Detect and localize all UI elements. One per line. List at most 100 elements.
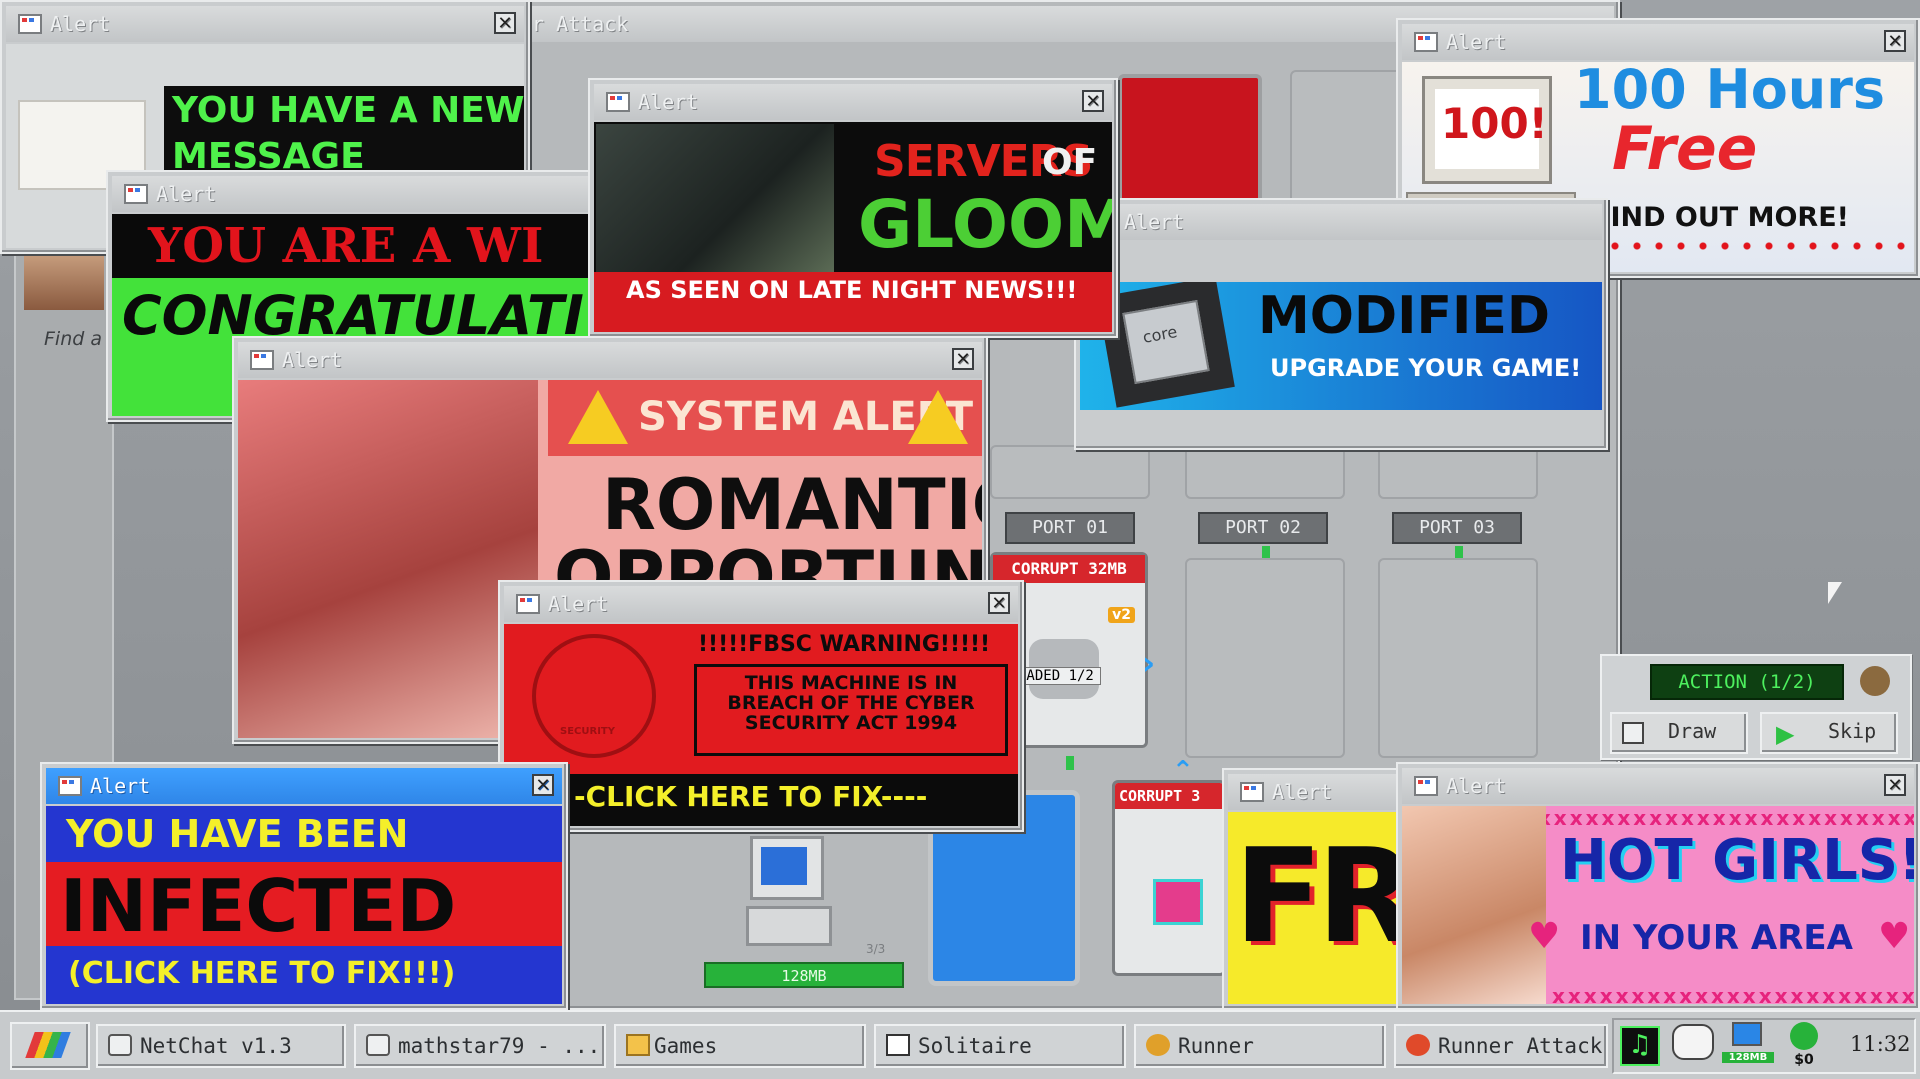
- close-icon[interactable]: ✕: [988, 592, 1010, 614]
- port-03-connector: [1455, 546, 1463, 558]
- infected-line-2: INFECTED: [60, 864, 457, 948]
- computer-ram-bar: 128MB: [704, 962, 904, 988]
- start-logo-icon: [25, 1032, 71, 1058]
- close-icon[interactable]: ✕: [494, 12, 516, 34]
- alert-window-icon: [1414, 776, 1438, 796]
- free-text: FRI: [1234, 820, 1406, 972]
- taskbar-item-games[interactable]: Games: [614, 1024, 866, 1068]
- port-02-top-slot: [1185, 445, 1345, 499]
- fbsc-cta-bar[interactable]: -CLICK HERE TO FIX----: [504, 774, 1018, 826]
- alert-title: Alert: [156, 182, 217, 206]
- port-02-card-slot[interactable]: [1185, 558, 1345, 758]
- chat-icon: [366, 1034, 390, 1056]
- taskbar-item-label: Runner Attack: [1438, 1034, 1603, 1058]
- alert-titlebar: Alert ✕: [1402, 768, 1914, 804]
- find-text: Find a: [44, 328, 102, 350]
- alert-modified[interactable]: Alert core MODIFIED UPGRADE YOUR GAME!: [1074, 198, 1608, 450]
- corrupt-card-2[interactable]: CORRUPT 3: [1112, 780, 1226, 976]
- fbsc-body-box: THIS MACHINE IS IN BREACH OF THE CYBER S…: [694, 664, 1008, 756]
- taskbar-item-runner[interactable]: Runner: [1134, 1024, 1386, 1068]
- draw-button[interactable]: Draw: [1610, 712, 1748, 754]
- computer-count: 3/3: [866, 942, 886, 956]
- action-counter: ACTION (1/2): [1650, 664, 1844, 700]
- alert-window-icon: [18, 14, 42, 34]
- heart-icon-right: ♥: [1878, 916, 1911, 957]
- taskbar-item-solitaire[interactable]: Solitaire: [874, 1024, 1126, 1068]
- dotted-border: [1582, 242, 1908, 250]
- taskbar-item-netchat[interactable]: NetChat v1.3: [96, 1024, 346, 1068]
- ram-tray-label: 128MB: [1722, 1052, 1774, 1063]
- winner-banner-top: YOU ARE A WI: [112, 214, 600, 278]
- alert-window-icon: [58, 776, 82, 796]
- close-icon[interactable]: ✕: [1082, 90, 1104, 112]
- message-line-1: YOU HAVE A NEW: [172, 90, 524, 131]
- red-card[interactable]: [1118, 74, 1262, 204]
- alert-hot-girls[interactable]: Alert ✕ xxxxxxxxxxxxxxxxxxxxxxxxx HOT GIR…: [1396, 762, 1920, 1010]
- alert-titlebar: Alert ✕: [238, 342, 982, 378]
- chat-bubble-icon[interactable]: [1672, 1024, 1714, 1060]
- pattern-top: xxxxxxxxxxxxxxxxxxxxxxxxx: [1522, 806, 1914, 830]
- taskbar-item-mathstar[interactable]: mathstar79 - ...: [354, 1024, 606, 1068]
- alert-titlebar: Alert: [1228, 774, 1406, 810]
- port-02-label: PORT 02: [1198, 512, 1328, 544]
- chat-icon: [108, 1034, 132, 1056]
- system-tray: ♫ 128MB $0 11:32: [1612, 1018, 1916, 1074]
- close-icon[interactable]: ✕: [952, 348, 974, 370]
- port-01-label: PORT 01: [1005, 512, 1135, 544]
- cards-icon: [886, 1034, 910, 1056]
- alert-titlebar: Alert ✕: [6, 6, 524, 42]
- alert-title: Alert: [282, 348, 343, 372]
- alert-servers-of-gloom[interactable]: Alert ✕ SERVERS OF GLOOM AS SEEN ON LATE …: [588, 78, 1118, 338]
- close-icon[interactable]: ✕: [1884, 30, 1906, 52]
- alert-title: Alert: [1446, 30, 1507, 54]
- alert-infected[interactable]: Alert ✕ YOU HAVE BEEN INFECTED (CLICK HER…: [40, 762, 568, 1010]
- card-arrow-icon: ›: [1142, 644, 1156, 682]
- port-03-card-slot[interactable]: [1378, 558, 1538, 758]
- alert-titlebar: Alert ✕: [46, 768, 562, 804]
- close-icon[interactable]: ✕: [1884, 774, 1906, 796]
- alert-title: Alert: [1272, 780, 1333, 804]
- player-avatar: [24, 252, 104, 310]
- port-03-label: PORT 03: [1392, 512, 1522, 544]
- security-seal-icon: SECURITY: [532, 634, 656, 758]
- pattern-bottom: xxxxxxxxxxxxxxxxxxxxxxxxx: [1552, 984, 1914, 1004]
- alert-free[interactable]: Alert FRI: [1222, 768, 1412, 1010]
- taskbar-item-label: Solitaire: [918, 1034, 1032, 1058]
- computer-icon[interactable]: [746, 836, 836, 956]
- corrupt-card-2-header: CORRUPT 3: [1115, 783, 1223, 809]
- alert-title: Alert: [90, 774, 151, 798]
- computer-base: [746, 906, 832, 946]
- card-loaded-label: OADED 1/2: [1011, 667, 1101, 685]
- clock: 11:32: [1850, 1032, 1911, 1056]
- taskbar-item-runner-attack[interactable]: Runner Attack: [1394, 1024, 1608, 1068]
- alert-titlebar: Alert ✕: [1402, 24, 1914, 60]
- runner-attack-icon: [1406, 1034, 1430, 1056]
- taskbar: NetChat v1.3 mathstar79 - ... Games Soli…: [0, 1010, 1920, 1079]
- close-icon[interactable]: ✕: [532, 774, 554, 796]
- ram-tray-monitor: [1732, 1022, 1762, 1046]
- hotgirls-line-2: IN YOUR AREA: [1580, 918, 1853, 958]
- money-tray-icon[interactable]: $0: [1782, 1022, 1826, 1072]
- romantic-line-1: ROMANTIC: [602, 464, 982, 546]
- servers-line-2: GLOOM: [858, 186, 1112, 263]
- alert-fbsc-warning[interactable]: Alert ✕ SECURITY !!!!!FBSC WARNING!!!!! T…: [498, 580, 1024, 832]
- alert-window-icon: [1414, 32, 1438, 52]
- desktop: r Attack Find a PORT 01 PORT 02 PORT 03 …: [0, 0, 1920, 1010]
- draw-label: Draw: [1668, 719, 1717, 743]
- music-icon[interactable]: ♫: [1620, 1026, 1660, 1066]
- money-tray-label: $0: [1794, 1052, 1814, 1068]
- money-symbol-icon: [1790, 1022, 1818, 1050]
- draw-icon: [1622, 722, 1644, 744]
- alert-titlebar: Alert ✕: [594, 84, 1112, 120]
- start-button[interactable]: [10, 1022, 90, 1070]
- skip-button[interactable]: ▶ Skip: [1760, 712, 1898, 754]
- taskbar-item-label: Runner: [1178, 1034, 1254, 1058]
- port-01-top-slot: [990, 445, 1150, 499]
- alert-title: Alert: [1124, 210, 1185, 234]
- fbsc-warning-text: !!!!!FBSC WARNING!!!!!: [698, 632, 991, 657]
- alert-title: Alert: [548, 592, 609, 616]
- system-alert-header: SYSTEM ALERT: [548, 380, 982, 456]
- ram-tray-icon[interactable]: 128MB: [1722, 1022, 1774, 1072]
- alert-title: Alert: [50, 12, 111, 36]
- taskbar-item-label: NetChat v1.3: [140, 1034, 292, 1058]
